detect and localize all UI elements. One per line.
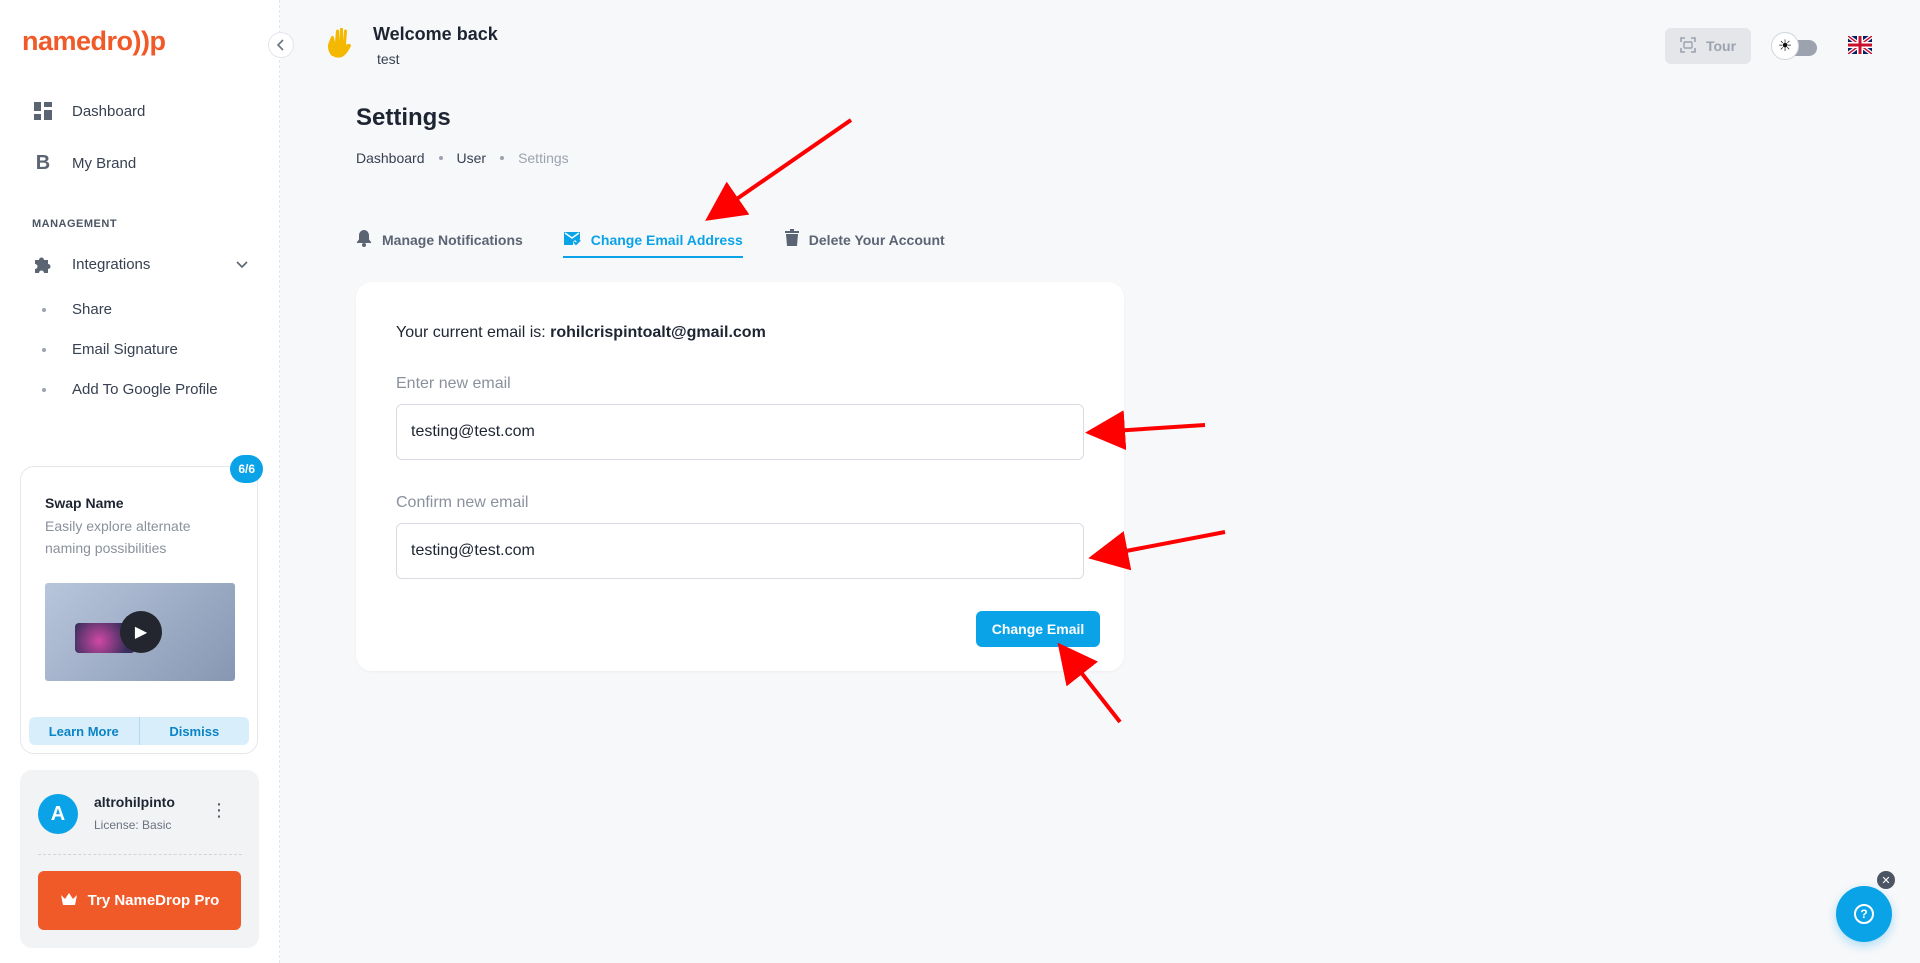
letter-b-icon: B — [35, 151, 51, 174]
confirm-email-label: Confirm new email — [396, 494, 529, 511]
tab-delete-account[interactable]: Delete Your Account — [784, 222, 945, 258]
settings-tabs: Manage Notifications Change Email Addres… — [356, 222, 945, 258]
grid-icon — [32, 100, 54, 122]
bell-icon — [356, 229, 372, 252]
namedrop-logo[interactable]: namedro))p — [22, 26, 166, 57]
logo-text-primary: namedro — [22, 26, 133, 56]
bullet-dot — [42, 387, 46, 392]
current-email-prefix: Your current email is: — [396, 324, 546, 341]
page-title: Settings — [356, 104, 451, 131]
sidebar-item-label: My Brand — [72, 154, 137, 172]
arrow-to-change-email-tab — [705, 118, 853, 221]
sidebar-item-dashboard[interactable]: Dashboard — [32, 100, 145, 122]
play-icon[interactable]: ▶ — [120, 611, 162, 653]
sidebar-item-label: Integrations — [72, 255, 151, 273]
sidebar-subitem-email-signature[interactable]: Email Signature — [42, 341, 178, 358]
breadcrumb-settings: Settings — [518, 150, 569, 166]
sidebar-item-integrations[interactable]: Integrations — [32, 253, 252, 275]
sidebar-subitem-share[interactable]: Share — [42, 301, 112, 318]
theme-toggle[interactable]: ☀ — [1771, 32, 1817, 60]
tab-label: Change Email Address — [590, 232, 743, 248]
sidebar-subitem-google-profile[interactable]: Add To Google Profile — [42, 381, 218, 398]
waving-hand-icon — [326, 27, 352, 65]
change-email-card: Your current email is: rohilcrispintoalt… — [356, 282, 1124, 671]
current-email-value: rohilcrispintoalt@gmail.com — [550, 324, 766, 341]
sidebar-item-label: Share — [72, 301, 113, 318]
user-name: altrohilpinto — [94, 794, 175, 810]
breadcrumb-separator — [500, 156, 505, 160]
avatar[interactable]: A — [38, 794, 78, 834]
breadcrumb-dashboard[interactable]: Dashboard — [356, 150, 425, 166]
tour-button[interactable]: Tour — [1665, 28, 1751, 64]
confirm-email-input[interactable] — [396, 523, 1084, 579]
sidebar-item-my-brand[interactable]: B My Brand — [32, 152, 136, 174]
tab-label: Delete Your Account — [808, 232, 945, 248]
learn-more-button[interactable]: Learn More — [29, 717, 140, 745]
scan-icon — [1680, 36, 1696, 56]
question-icon: ? — [1854, 904, 1874, 924]
chevron-down-icon — [236, 256, 248, 273]
user-card: A altrohilpinto License: Basic ⋮ Try Nam… — [20, 770, 259, 948]
breadcrumb-separator — [438, 156, 443, 160]
feature-promo-card: 6/6 Swap Name Easily explore alternate n… — [20, 455, 263, 754]
promo-actions: Learn More Dismiss — [29, 717, 249, 745]
current-email-text: Your current email is: rohilcrispintoalt… — [396, 324, 766, 342]
divider — [38, 854, 242, 855]
breadcrumb-user[interactable]: User — [457, 150, 487, 166]
new-email-label: Enter new email — [396, 375, 511, 392]
tab-label: Manage Notifications — [382, 232, 523, 248]
dismiss-button[interactable]: Dismiss — [139, 717, 249, 745]
sidebar-item-label: Dashboard — [72, 102, 146, 120]
mail-check-icon — [563, 230, 581, 251]
puzzle-icon — [32, 253, 54, 275]
bullet-dot — [42, 307, 46, 312]
try-pro-label: Try NameDrop Pro — [87, 892, 220, 909]
change-email-button[interactable]: Change Email — [976, 611, 1100, 647]
more-vertical-icon[interactable]: ⋮ — [210, 800, 228, 821]
new-email-input[interactable] — [396, 404, 1084, 460]
collapse-sidebar-button[interactable] — [268, 32, 294, 58]
promo-description: Easily explore alternate naming possibil… — [45, 518, 191, 556]
crown-icon — [60, 892, 78, 910]
sidebar: namedro))p Dashboard B My Brand MANAGEME… — [0, 0, 280, 963]
logo-text-accent: ))p — [132, 26, 166, 56]
promo-progress-badge: 6/6 — [230, 455, 263, 483]
sun-icon: ☀ — [1771, 32, 1799, 60]
promo-video-thumbnail[interactable]: ▶ — [45, 583, 235, 681]
trash-icon — [784, 229, 799, 251]
welcome-heading: Welcome back — [373, 24, 498, 44]
bullet-dot — [42, 347, 46, 352]
promo-title: Swap Name — [45, 495, 124, 511]
tab-manage-notifications[interactable]: Manage Notifications — [356, 222, 523, 258]
close-icon[interactable]: ✕ — [1877, 871, 1895, 889]
help-button[interactable]: ? — [1836, 886, 1892, 942]
try-pro-button[interactable]: Try NameDrop Pro — [38, 871, 241, 930]
tab-change-email[interactable]: Change Email Address — [562, 222, 743, 258]
section-label-management: MANAGEMENT — [32, 218, 118, 230]
sidebar-item-label: Add To Google Profile — [72, 381, 218, 398]
license-label: License: Basic — [94, 818, 172, 832]
sidebar-item-label: Email Signature — [72, 341, 178, 358]
welcome-subtitle: test — [377, 51, 400, 67]
uk-flag-icon[interactable] — [1846, 34, 1874, 56]
tour-label: Tour — [1705, 38, 1737, 54]
breadcrumb: Dashboard User Settings — [356, 150, 569, 166]
